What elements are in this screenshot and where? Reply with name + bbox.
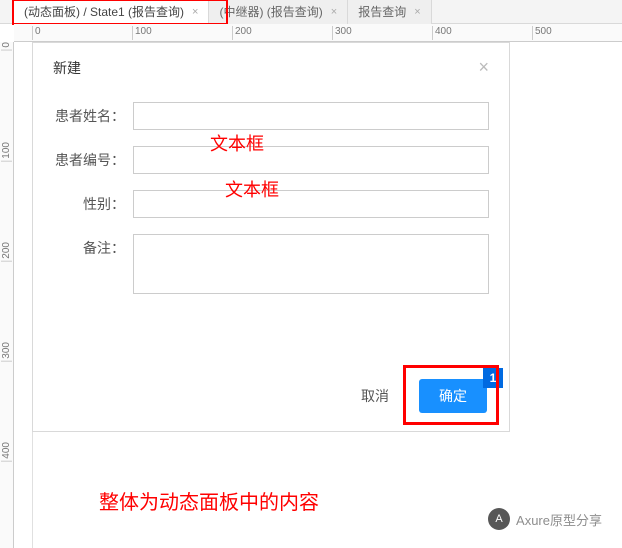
ruler-tick: 100: [132, 26, 152, 40]
annotation-text-bottom: 整体为动态面板中的内容: [99, 486, 319, 515]
watermark: A Axure原型分享: [488, 508, 602, 530]
tab-repeater[interactable]: (中继器) (报告查询) ×: [209, 0, 348, 24]
gender-input[interactable]: [133, 190, 489, 218]
label-gender: 性别：: [43, 190, 133, 214]
ruler-horizontal: 0 100 200 300 400 500: [14, 24, 622, 42]
dialog-title: 新建: [53, 58, 81, 78]
ruler-tick: 100: [1, 142, 12, 162]
field-row-id: 患者编号：: [43, 146, 489, 174]
ruler-tick: 500: [532, 26, 552, 40]
field-row-gender: 性别：: [43, 190, 489, 218]
ruler-tick: 400: [1, 442, 12, 462]
close-icon[interactable]: ×: [414, 6, 420, 18]
tab-label: (中继器) (报告查询): [219, 3, 322, 20]
dialog-buttons: 取消 确定 1: [341, 379, 487, 413]
label-remark: 备注：: [43, 234, 133, 258]
close-icon[interactable]: ×: [192, 6, 198, 18]
close-icon[interactable]: ×: [331, 6, 337, 18]
watermark-logo: A: [488, 508, 510, 530]
tab-bar: (动态面板) / State1 (报告查询) × (中继器) (报告查询) × …: [0, 0, 622, 24]
watermark-text: Axure原型分享: [516, 510, 602, 529]
dialog-form: 患者姓名： 患者编号： 性别： 备注：: [33, 92, 509, 294]
field-row-name: 患者姓名：: [43, 102, 489, 130]
label-patient-name: 患者姓名：: [43, 102, 133, 126]
ruler-vertical: 0 100 200 300 400: [0, 42, 14, 548]
ruler-tick: 0: [1, 42, 12, 51]
ruler-tick: 0: [32, 26, 41, 40]
patient-name-input[interactable]: [133, 102, 489, 130]
tab-label: 报告查询: [358, 3, 406, 20]
ruler-tick: 400: [432, 26, 452, 40]
remark-textarea[interactable]: [133, 234, 489, 294]
tab-report-query[interactable]: 报告查询 ×: [348, 0, 431, 24]
dialog-header: 新建 ×: [33, 43, 509, 92]
confirm-button-label: 确定: [439, 386, 467, 406]
close-icon[interactable]: ×: [478, 57, 489, 78]
interaction-badge: 1: [483, 368, 503, 388]
ruler-tick: 300: [1, 342, 12, 362]
ruler-tick: 200: [232, 26, 252, 40]
confirm-button[interactable]: 确定 1: [419, 379, 487, 413]
cancel-button[interactable]: 取消: [341, 379, 409, 413]
design-canvas[interactable]: 新建 × 患者姓名： 患者编号： 性别： 备注： 取消: [14, 42, 622, 548]
patient-id-input[interactable]: [133, 146, 489, 174]
tab-dynamic-panel[interactable]: (动态面板) / State1 (报告查询) ×: [14, 0, 209, 24]
label-patient-id: 患者编号：: [43, 146, 133, 170]
dialog-new: 新建 × 患者姓名： 患者编号： 性别： 备注： 取消: [32, 42, 510, 432]
field-row-remark: 备注：: [43, 234, 489, 294]
tab-label: (动态面板) / State1 (报告查询): [24, 3, 184, 20]
ruler-tick: 200: [1, 242, 12, 262]
ruler-tick: 300: [332, 26, 352, 40]
